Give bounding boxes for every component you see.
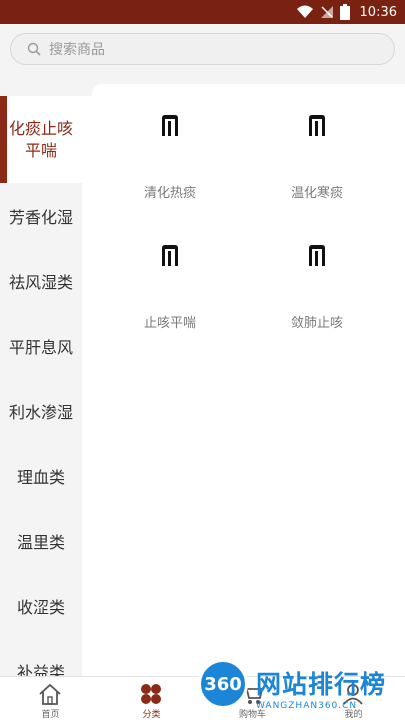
active-indicator: [0, 96, 7, 183]
signal-icon: [320, 6, 333, 18]
subcategory-label: 止咳平喘: [143, 316, 196, 331]
sidebar-item-祛风湿类[interactable]: 祛风湿类: [0, 248, 82, 313]
sidebar-item-label: 理血类: [16, 467, 65, 487]
category-sidebar: 化痰止咳 平喘 芳香化湿 祛风湿类 平肝息风 利水渗湿 理血类 温里类 收涩类 …: [0, 96, 82, 676]
status-time: 10:36: [359, 4, 397, 20]
sidebar-item-芳香化湿[interactable]: 芳香化湿: [0, 183, 82, 248]
search-icon: [27, 42, 41, 56]
tab-label: 首页: [41, 710, 60, 720]
battery-icon: [339, 4, 350, 20]
subcategory-card[interactable]: 止咳平喘: [97, 214, 243, 331]
wifi-icon: [296, 5, 313, 18]
watermark-badge-text: 360: [204, 674, 242, 695]
tab-category[interactable]: 分类: [101, 677, 202, 720]
sidebar-item-利水渗湿[interactable]: 利水渗湿: [0, 378, 82, 443]
subcategory-label: 敛肺止咳: [290, 316, 343, 331]
subcategory-label: 清化热痰: [143, 186, 196, 201]
watermark-title: 网站排行榜: [256, 670, 387, 699]
sidebar-item-label: 补益类: [16, 662, 65, 677]
subcategory-panel: 清化热痰 温化寒痰 止咳平喘 敛肺止咳: [92, 84, 405, 676]
watermark-badge: 360: [198, 659, 248, 709]
status-bar: 10:36: [0, 0, 405, 24]
home-icon: [39, 683, 61, 705]
watermark-subtitle: WANGZHAN360.CN: [256, 701, 358, 711]
sidebar-item-补益类[interactable]: 补益类: [0, 638, 82, 677]
subcategory-card[interactable]: 温化寒痰: [244, 84, 390, 201]
sidebar-item-平肝息风[interactable]: 平肝息风: [0, 313, 82, 378]
sidebar-item-理血类[interactable]: 理血类: [0, 443, 82, 508]
sidebar-item-温里类[interactable]: 温里类: [0, 508, 82, 573]
sidebar-item-label: 化痰止咳 平喘: [8, 118, 73, 160]
sidebar-item-label: 温里类: [16, 532, 65, 552]
watermark-logo: 360 网站排行榜 WANGZHAN360.CN: [196, 657, 405, 720]
sidebar-item-化痰止咳平喘[interactable]: 化痰止咳 平喘: [0, 96, 82, 183]
placeholder-image-icon: [309, 115, 325, 136]
tab-home[interactable]: 首页: [0, 677, 101, 720]
tab-label: 分类: [142, 710, 161, 720]
placeholder-image-icon: [309, 245, 325, 266]
search-placeholder: 搜索商品: [49, 42, 105, 58]
sidebar-item-label: 收涩类: [16, 597, 65, 617]
sidebar-item-收涩类[interactable]: 收涩类: [0, 573, 82, 638]
status-icons: 10:36: [296, 3, 397, 21]
subcategory-card[interactable]: 敛肺止咳: [244, 214, 390, 331]
sidebar-item-label: 利水渗湿: [8, 402, 73, 422]
subcategory-card[interactable]: 清化热痰: [97, 84, 243, 201]
placeholder-image-icon: [162, 245, 178, 266]
search-input[interactable]: 搜索商品: [10, 33, 395, 65]
category-icon: [141, 684, 161, 704]
sidebar-item-label: 平肝息风: [8, 337, 73, 357]
placeholder-image-icon: [162, 115, 178, 136]
sidebar-item-label: 祛风湿类: [8, 272, 73, 292]
sidebar-item-label: 芳香化湿: [8, 207, 73, 227]
subcategory-label: 温化寒痰: [290, 186, 343, 201]
